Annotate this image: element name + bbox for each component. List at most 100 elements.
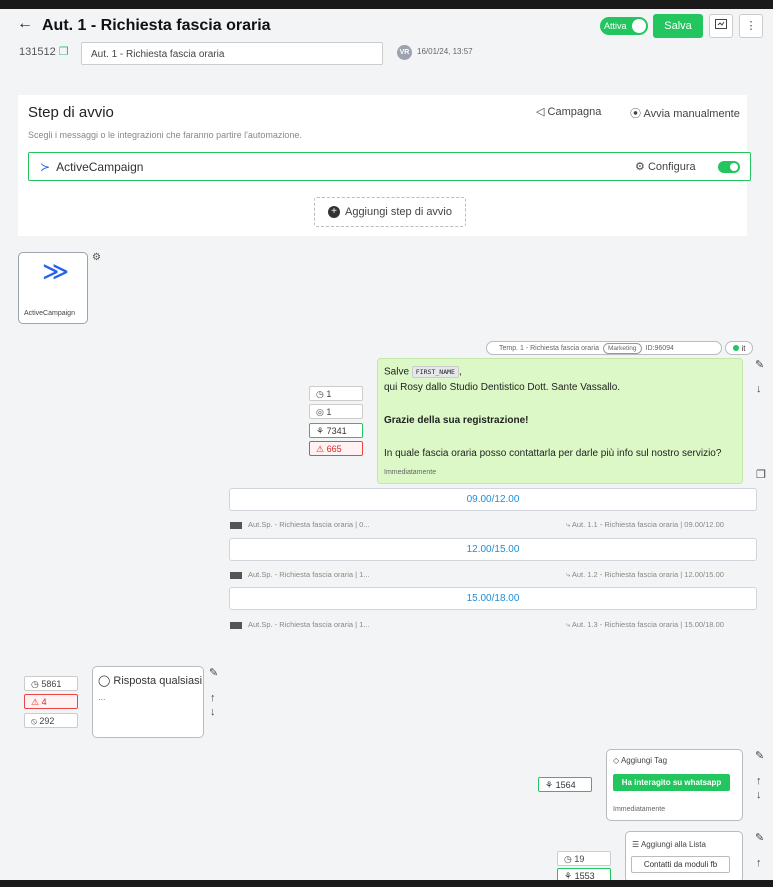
configure-label: Configura [647, 161, 696, 173]
stat-scheduled: ◷ 19 [557, 851, 611, 866]
language-code: it [741, 344, 746, 353]
stat-value: 4 [41, 697, 47, 707]
preview-icon[interactable] [709, 14, 733, 38]
play-circle-icon: ⦿ [630, 108, 641, 120]
automation-icon [230, 621, 242, 629]
stat-completed: ⚘ 1564 [538, 777, 592, 792]
clock-icon: ◷ [316, 389, 324, 399]
arrow-down-icon[interactable]: ↓ [756, 789, 762, 801]
copy-icon[interactable]: ❐ [756, 468, 766, 481]
stat-completed: ⚘ 7341 [309, 423, 363, 438]
message-line-2: qui Rosy dallo Studio Dentistico Dott. S… [384, 382, 621, 393]
option-link-text: Aut. 1.3 - Richiesta fascia oraria | 15.… [571, 620, 724, 629]
automation-icon [230, 571, 242, 579]
manual-start-label: Avvia manualmente [643, 108, 740, 120]
toggle-knob [632, 19, 646, 33]
stat-scheduled: ◷ 1 [309, 386, 363, 401]
option-link-right-1[interactable]: ⤷ Aut. 1.1 - Richiesta fascia oraria | 0… [566, 520, 724, 530]
configure-button[interactable]: ⚙ Configura [635, 160, 696, 173]
arrow-up-icon[interactable]: ↑ [756, 857, 762, 869]
stat-value: 19 [574, 854, 585, 864]
language-badge: it [725, 341, 753, 355]
add-start-step-button[interactable]: + Aggiungi step di avvio [314, 197, 466, 227]
sent-icon: ◎ [316, 407, 324, 417]
activecampaign-icon: ≫ [42, 256, 70, 286]
window-bottom-bar [0, 880, 773, 887]
campaign-link[interactable]: ◁ Campagna [536, 105, 601, 118]
preview-icon-glyph [715, 19, 727, 29]
any-response-label: ◯ Risposta qualsiasi [98, 674, 202, 687]
arrow-up-icon[interactable]: ↑ [756, 775, 762, 787]
chat-bubble-icon: ◯ [98, 675, 111, 687]
edit-icon[interactable]: ✎ [209, 666, 218, 679]
option-link-text: Aut. 1.1 - Richiesta fascia oraria | 09.… [571, 520, 724, 529]
greeting-end: , [458, 366, 462, 378]
branch-icon: ⤷ [566, 520, 571, 529]
tag-chip: Ha interagito su whatsapp [613, 774, 730, 791]
toggle-knob [730, 163, 738, 171]
option-link-left-1[interactable]: Aut.Sp. - Richiesta fascia oraria | 0... [230, 520, 370, 529]
arrow-up-icon[interactable]: ↑ [210, 692, 216, 704]
branch-icon: ⤷ [566, 570, 571, 579]
add-to-list-title: ☰ Aggiungi alla Lista [632, 840, 706, 849]
list-icon: ☰ [632, 840, 640, 849]
user-avatar: VR [397, 45, 412, 60]
tag-timing: Immediatamente [613, 806, 666, 813]
trigger-name: ActiveCampaign [56, 160, 144, 174]
active-toggle[interactable]: Attiva [600, 17, 648, 35]
start-step-title: Step di avvio [28, 104, 114, 121]
stat-value: 665 [326, 444, 342, 454]
response-text: Risposta qualsiasi [113, 675, 203, 687]
edit-icon[interactable]: ✎ [755, 358, 764, 371]
option-button-1[interactable]: 09.00/12.00 [229, 488, 757, 511]
status-dot [732, 345, 739, 351]
arrow-down-icon[interactable]: ↓ [756, 383, 762, 395]
automation-name-field[interactable]: Aut. 1 - Richiesta fascia oraria [81, 42, 383, 65]
trigger-row-label: ≻ ActiveCampaign [40, 160, 143, 174]
option-link-left-3[interactable]: Aut.Sp. - Richiesta fascia oraria | 1... [230, 620, 370, 629]
message-timing: Immediatamente [384, 469, 437, 476]
more-options-icon[interactable]: ⋮ [739, 14, 763, 38]
stat-sent: ◎ 1 [309, 404, 363, 419]
option-link-right-3[interactable]: ⤷ Aut. 1.3 - Richiesta fascia oraria | 1… [566, 620, 724, 630]
automation-id-value: 131512 [19, 46, 56, 58]
stat-value: 1 [326, 407, 332, 417]
stat-errors: ⚠ 665 [309, 441, 363, 456]
save-button[interactable]: Salva [653, 14, 703, 38]
option-button-2[interactable]: 12.00/15.00 [229, 538, 757, 561]
add-tag-title: ◇ Aggiungi Tag [613, 756, 667, 765]
trigger-toggle[interactable] [718, 161, 740, 173]
stat-cancelled: ⦸ 292 [24, 713, 78, 728]
manual-start-link[interactable]: ⦿ Avvia manualmente [630, 105, 740, 121]
add-tag-label: Aggiungi Tag [620, 756, 668, 765]
last-modified-datetime: 16/01/24, 13:57 [417, 47, 473, 56]
active-toggle-label: Attiva [604, 21, 627, 31]
warning-icon: ⚠ [31, 697, 40, 707]
stat-errors: ⚠ 4 [24, 694, 78, 709]
back-arrow-icon[interactable]: ← [17, 15, 33, 33]
stat-waiting: ◷ 5861 [24, 676, 78, 691]
warning-icon: ⚠ [316, 444, 325, 454]
option-link-text: Aut.Sp. - Richiesta fascia oraria | 0... [248, 520, 370, 529]
arrow-down-icon[interactable]: ↓ [210, 706, 216, 718]
add-step-label: Aggiungi step di avvio [344, 206, 452, 218]
option-button-3[interactable]: 15.00/18.00 [229, 587, 757, 610]
copy-icon[interactable]: ❐ [59, 46, 69, 58]
campaign-label: Campagna [547, 106, 602, 118]
greeting: Salve [384, 366, 410, 378]
trigger-node-label: ActiveCampaign [24, 310, 75, 317]
gear-icon[interactable]: ⚙ [92, 252, 101, 263]
automation-id: 131512 ❐ [19, 45, 69, 58]
gear-icon: ⚙ [635, 161, 645, 173]
option-link-text: Aut.Sp. - Richiesta fascia oraria | 1... [248, 570, 370, 579]
edit-icon[interactable]: ✎ [755, 749, 764, 762]
blocked-icon: ⦸ [31, 716, 37, 726]
template-info: Temp. 1 - Richiesta fascia oraria Marketi… [486, 341, 722, 355]
option-link-right-2[interactable]: ⤷ Aut. 1.2 - Richiesta fascia oraria | 1… [566, 570, 724, 580]
stat-value: 292 [39, 716, 55, 726]
template-category: Marketing [602, 343, 642, 354]
variable-chip: FIRST_NAME [411, 366, 459, 378]
option-link-left-2[interactable]: Aut.Sp. - Richiesta fascia oraria | 1... [230, 570, 370, 579]
edit-icon[interactable]: ✎ [755, 831, 764, 844]
stat-value: 1564 [555, 780, 576, 790]
